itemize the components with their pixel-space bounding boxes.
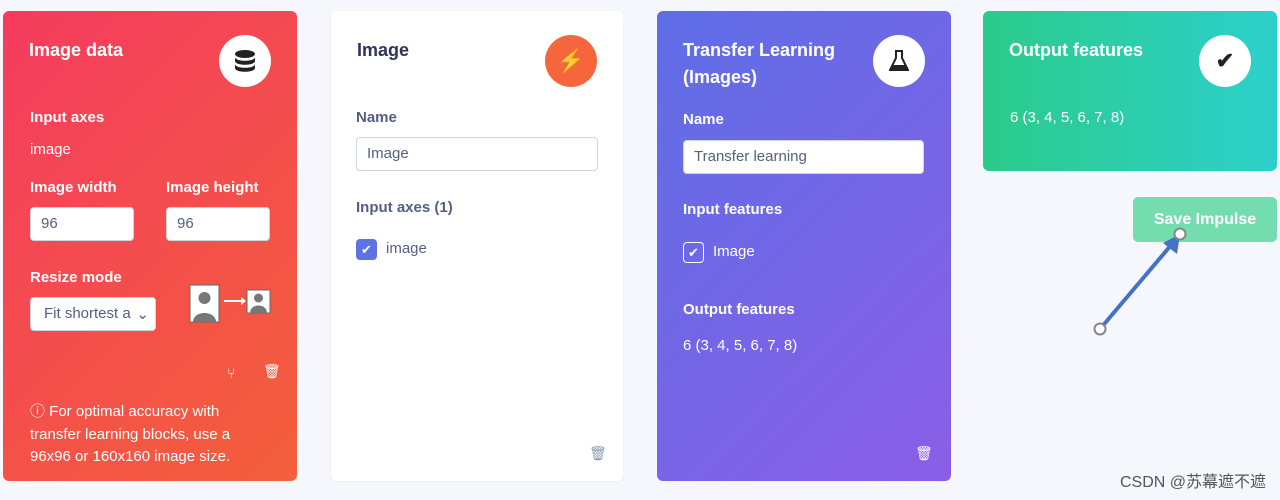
- connector-handle[interactable]: [1173, 227, 1187, 241]
- watermark: CSDN @苏幕遮不遮: [1119, 474, 1266, 491]
- connection-arrow: [1093, 227, 1187, 336]
- connector-handle[interactable]: [1093, 322, 1107, 336]
